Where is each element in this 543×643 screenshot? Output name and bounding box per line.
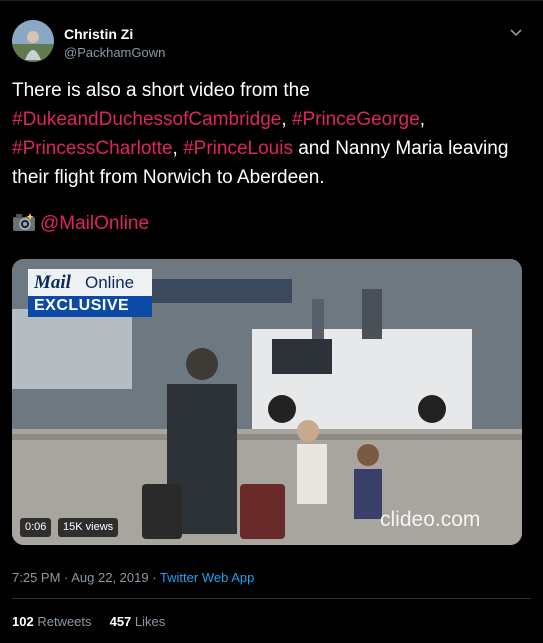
separator: ,: [281, 109, 292, 130]
video-thumbnail[interactable]: Mail Online EXCLUSIVE clideo.com 0:06 15…: [12, 259, 522, 545]
video-duration: 0:06: [20, 518, 52, 537]
watermark: clideo.com: [380, 508, 481, 531]
separator: ,: [172, 138, 184, 159]
hashtag-link[interactable]: #PrinceGeorge: [292, 109, 420, 130]
logo-mail-text: Mail: [34, 272, 71, 293]
separator: ,: [419, 109, 425, 130]
logo-online-text: Online: [85, 273, 135, 292]
likes-count: 457: [109, 614, 132, 629]
exclusive-label: EXCLUSIVE: [34, 297, 130, 314]
avatar[interactable]: [12, 20, 54, 62]
hashtag-link[interactable]: #DukeandDuchessofCambridge: [12, 109, 281, 130]
tweet-text-intro: There is also a short video from the: [12, 80, 310, 101]
tweet-meta: 7:25 PM · Aug 22, 2019 · Twitter Web App: [12, 570, 254, 585]
timestamp[interactable]: 7:25 PM · Aug 22, 2019 ·: [12, 570, 160, 585]
mention-link[interactable]: @MailOnline: [40, 213, 149, 234]
retweets-stat[interactable]: 102 Retweets: [12, 614, 92, 629]
tweet-text: There is also a short video from the #Du…: [12, 76, 522, 192]
hashtag-link[interactable]: #PrincessCharlotte: [12, 138, 173, 159]
retweets-count: 102: [12, 614, 34, 629]
mention-line: @MailOnline: [12, 209, 149, 238]
tweet-card: Christin Zi @PackhamGown There is also a…: [0, 0, 543, 643]
source-link[interactable]: Twitter Web App: [160, 570, 254, 585]
retweets-label: Retweets: [37, 614, 92, 629]
author-name[interactable]: Christin Zi: [64, 26, 133, 42]
engagement-stats: 102 Retweets 457 Likes: [12, 614, 165, 629]
likes-label: Likes: [134, 614, 166, 629]
stats-divider: [12, 598, 531, 599]
camera-icon: [12, 212, 36, 232]
likes-stat[interactable]: 457 Likes: [110, 614, 166, 629]
hashtag-link[interactable]: #PrinceLouis: [183, 138, 293, 159]
chevron-down-icon[interactable]: [508, 24, 524, 40]
video-views: 15K views: [58, 518, 119, 537]
top-divider: [0, 0, 543, 1]
author-handle[interactable]: @PackhamGown: [64, 45, 165, 60]
